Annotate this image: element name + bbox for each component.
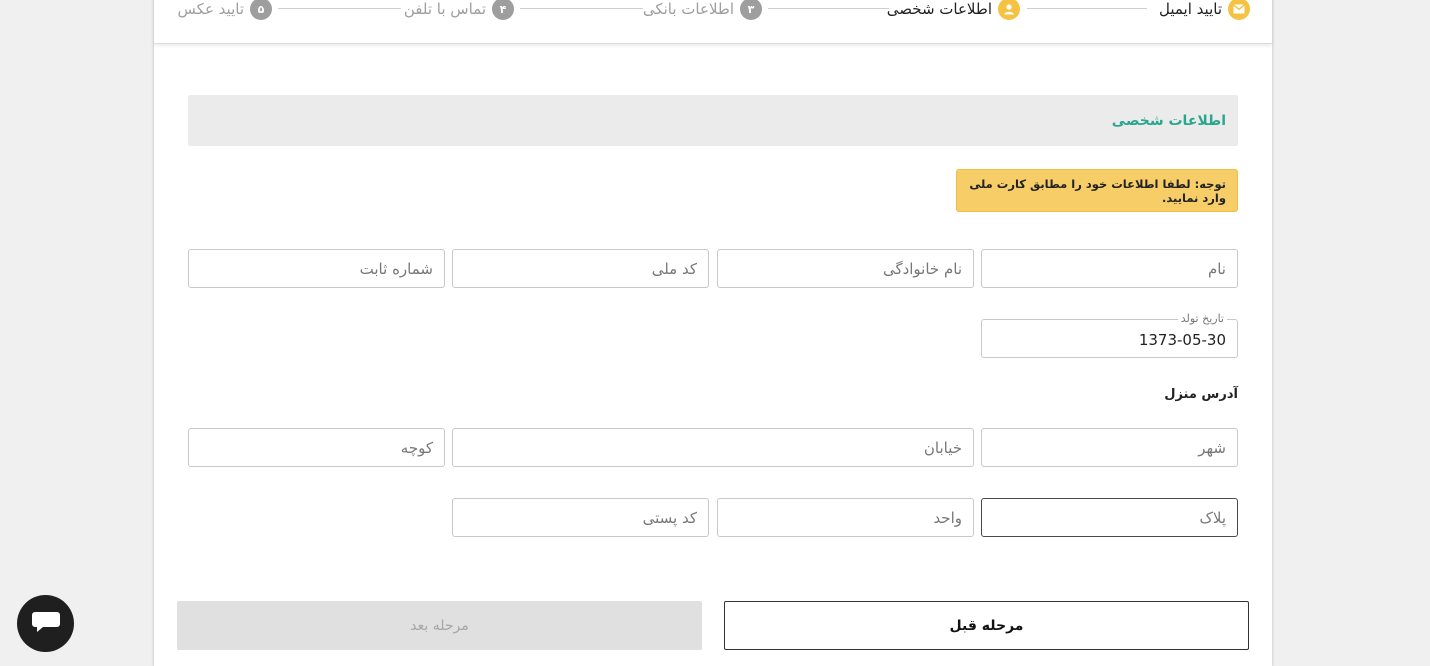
section-title: اطلاعات شخصی [1111,112,1226,129]
chat-widget-button[interactable] [17,595,74,652]
last-name-placeholder: نام خانوادگی [882,259,962,278]
alley-field[interactable]: کوچه [188,428,445,467]
plaque-field[interactable]: پلاک [981,498,1238,537]
unit-placeholder: واحد [933,508,962,527]
step-phone-call[interactable]: تماس با تلفن ۴ [404,0,514,22]
step-number: ۳ [740,0,762,20]
notice-text: توجه: لطفا اطلاعات خود را مطابق کارت ملی… [969,176,1226,205]
section-header: اطلاعات شخصی [188,95,1238,146]
street-placeholder: خیابان [923,438,962,457]
step-label: اطلاعات بانکی [642,0,734,18]
step-bank-info[interactable]: اطلاعات بانکی ۳ [643,0,762,22]
landline-placeholder: شماره ثابت [359,259,433,278]
postal-code-field[interactable]: کد پستی [452,498,709,537]
prev-step-button[interactable]: مرحله قبل [724,601,1249,650]
form-card: تایید ایمیل اطلاعات شخصی اطلاعات بانکی ۳… [154,0,1272,666]
step-connector [520,8,643,9]
city-field[interactable]: شهر [981,428,1238,467]
national-code-placeholder: کد ملی [651,259,697,278]
step-connector [1027,8,1147,9]
street-field[interactable]: خیابان [452,428,974,467]
first-name-placeholder: نام [1207,259,1226,278]
birth-date-label: تاریخ تولد [1177,312,1227,325]
step-connector [768,8,889,9]
birth-date-value: 1373-05-30 [1138,330,1226,349]
step-number: ۵ [250,0,272,20]
user-icon [998,0,1020,20]
national-code-field[interactable]: کد ملی [452,249,709,288]
landline-field[interactable]: شماره ثابت [188,249,445,288]
plaque-placeholder: پلاک [1199,508,1226,527]
unit-field[interactable]: واحد [717,498,974,537]
chat-bubble-icon [31,609,61,639]
address-label: آدرس منزل [1164,387,1238,402]
step-number: ۴ [492,0,514,20]
step-photo-verify[interactable]: تایید عکس ۵ [178,0,272,22]
alley-placeholder: کوچه [400,438,433,457]
step-connector [278,8,401,9]
birth-date-field[interactable]: تاریخ تولد 1373-05-30 [981,312,1238,358]
notice-banner: توجه: لطفا اطلاعات خود را مطابق کارت ملی… [956,169,1238,212]
first-name-field[interactable]: نام [981,249,1238,288]
step-label: تایید ایمیل [1159,0,1222,18]
step-email-verify[interactable]: تایید ایمیل [1159,0,1250,22]
step-label: تماس با تلفن [403,0,486,18]
envelope-icon [1228,0,1250,20]
last-name-field[interactable]: نام خانوادگی [717,249,974,288]
stepper: تایید ایمیل اطلاعات شخصی اطلاعات بانکی ۳… [154,0,1272,44]
next-step-button[interactable]: مرحله بعد [177,601,702,650]
city-placeholder: شهر [1198,438,1226,457]
postal-code-placeholder: کد پستی [642,508,697,527]
step-personal-info[interactable]: اطلاعات شخصی [887,0,1020,22]
step-label: اطلاعات شخصی [886,0,992,18]
step-label: تایید عکس [177,0,244,18]
